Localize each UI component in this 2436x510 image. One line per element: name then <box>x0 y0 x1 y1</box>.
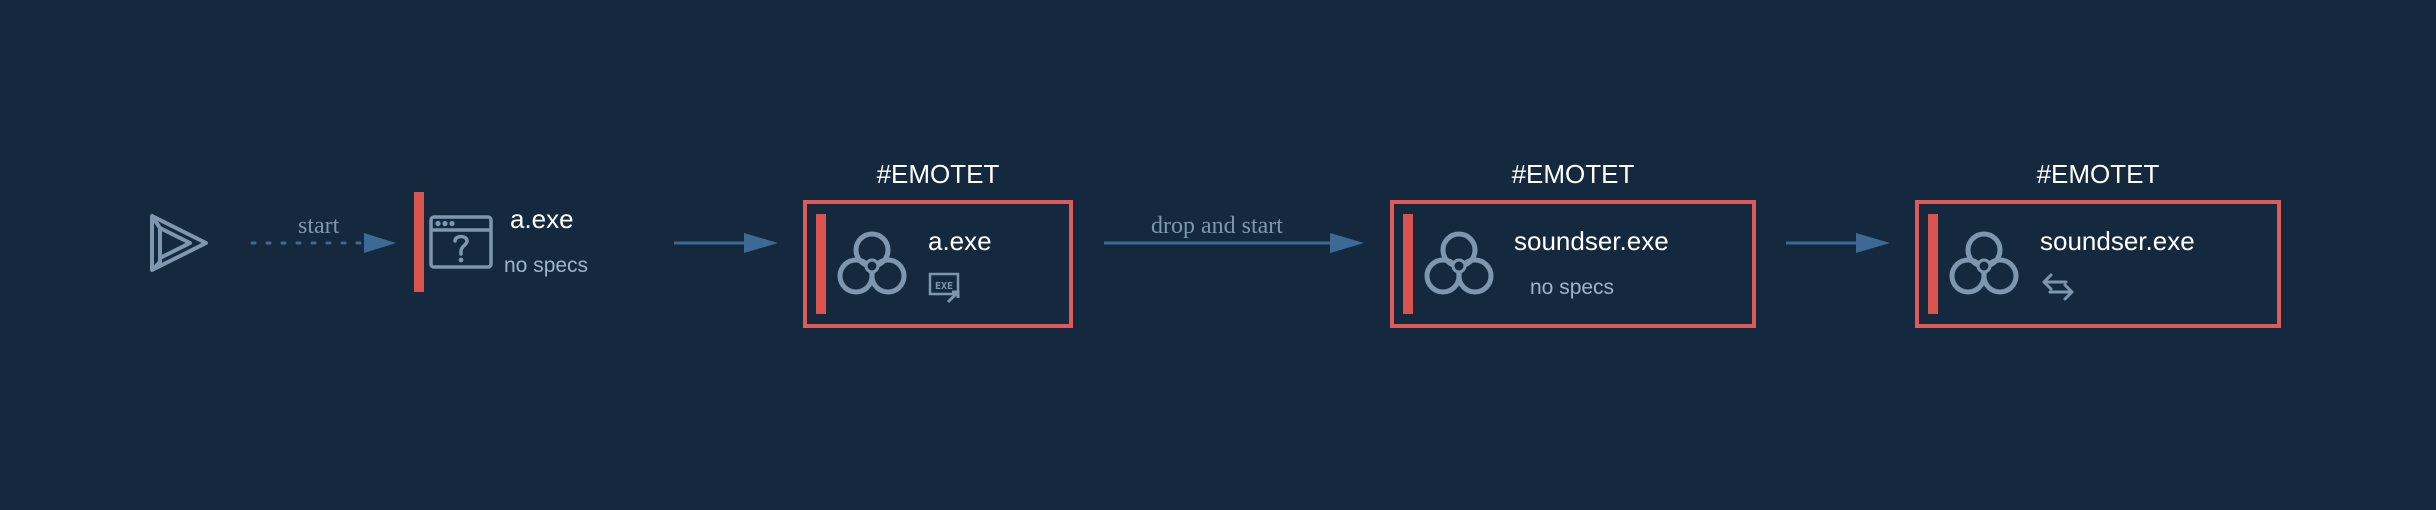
drop-edge-label: drop and start <box>1151 213 1283 239</box>
node-3-tag: #EMOTET <box>1511 159 1635 189</box>
node-2-name: a.exe <box>928 226 992 256</box>
exe-file-icon: EXE <box>928 272 960 304</box>
edge-arrow-1 <box>674 233 778 253</box>
node-3-subtitle: no specs <box>1530 276 1615 299</box>
node-1-name: a.exe <box>510 204 574 234</box>
biohazard-icon <box>837 231 907 295</box>
node-3-name: soundser.exe <box>1514 226 1669 256</box>
biohazard-icon <box>1949 231 2019 295</box>
node-3-status-bar <box>1403 214 1413 314</box>
node-2-tag: #EMOTET <box>876 159 1000 189</box>
play-icon <box>150 214 208 272</box>
exchange-arrows-icon <box>2042 273 2074 301</box>
biohazard-icon <box>1424 231 1494 295</box>
node-1-subtitle: no specs <box>504 254 589 277</box>
window-question-icon <box>429 215 493 269</box>
start-edge-label: start <box>298 213 340 239</box>
node-1-status-bar <box>414 192 424 292</box>
node-4-tag: #EMOTET <box>2036 159 2160 189</box>
node-2-status-bar <box>816 214 826 314</box>
node-4-status-bar <box>1928 214 1938 314</box>
svg-text:EXE: EXE <box>935 281 953 292</box>
node-4-name: soundser.exe <box>2040 226 2195 256</box>
edge-arrow-3 <box>1786 233 1890 253</box>
